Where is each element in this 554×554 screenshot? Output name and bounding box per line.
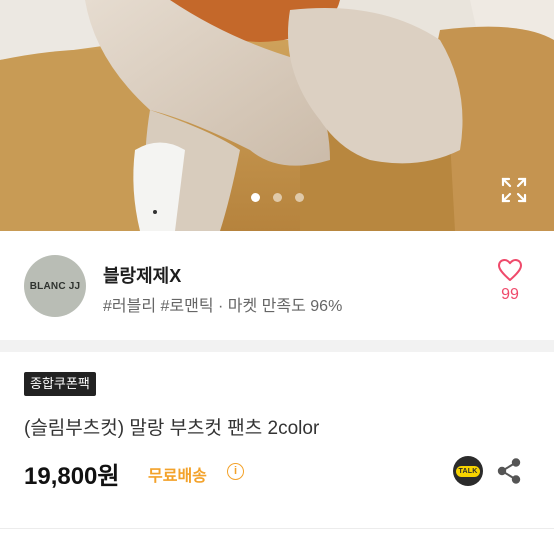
product-price: 19,800원 [24,463,120,490]
seller-tags: #러블리 #로맨틱 · 마켓 만족도 96% [103,298,343,315]
like-count: 99 [501,286,519,303]
like-button[interactable]: 99 [490,258,530,304]
seller-name[interactable]: 블랑제제X [103,262,181,288]
seller-avatar[interactable]: BLANC JJ [24,255,86,317]
carousel-dot-1[interactable] [250,193,260,202]
seller-section[interactable]: BLANC JJ 블랑제제X #러블리 #로맨틱 · 마켓 만족도 96% 99 [0,231,554,340]
info-icon[interactable]: i [227,463,244,480]
talk-button[interactable]: TALK [453,456,483,486]
product-title: (슬림부츠컷) 말랑 부츠컷 팬츠 2color [24,418,320,439]
shipping-label: 무료배송 [148,468,207,485]
coupon-badge: 종합쿠폰팩 [24,372,96,396]
carousel-dot-2[interactable] [272,193,282,202]
carousel-dot-3[interactable] [294,193,304,202]
bottom-divider [0,528,554,529]
heart-icon [498,259,522,281]
product-image-carousel[interactable] [0,0,554,231]
share-icon[interactable] [497,458,521,484]
avatar-text: BLANC JJ [29,280,81,292]
talk-icon: TALK [455,465,481,477]
section-divider [0,340,554,352]
carousel-indicator [0,193,554,202]
expand-icon[interactable] [500,176,528,204]
